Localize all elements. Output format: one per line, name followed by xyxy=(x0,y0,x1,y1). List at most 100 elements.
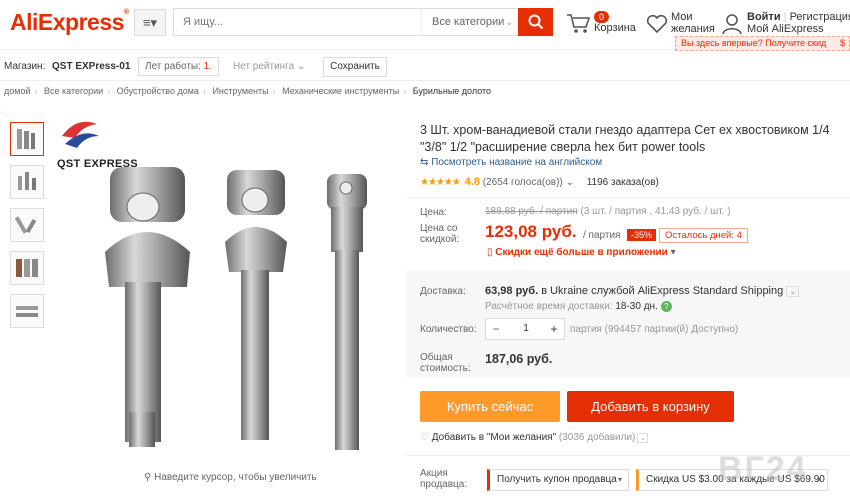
promo-tip-text: Вы здесь впервые? Получите скид xyxy=(681,38,827,48)
cart-link[interactable]: 0 Корзина xyxy=(566,11,646,41)
breadcrumb-item[interactable]: Обустройство дома xyxy=(117,86,199,96)
search-category-label: Все категории xyxy=(432,16,505,28)
quantity-label: Количество: xyxy=(420,324,477,335)
translate-link-text: Посмотреть название на английском xyxy=(431,157,603,168)
app-discount-text: Скидки ещё больше в приложении xyxy=(495,247,668,258)
product-title: 3 Шт. хром-ванадиевой стали гнездо адапт… xyxy=(420,123,830,154)
search-bar: Все категории ⌄ xyxy=(173,8,553,36)
years-value: 1 xyxy=(203,61,210,72)
help-icon[interactable]: ? xyxy=(660,301,672,312)
quantity-input[interactable]: 1 xyxy=(506,319,546,339)
buy-now-button[interactable]: Купить сейчас xyxy=(420,391,560,422)
heart-icon xyxy=(646,14,668,34)
breadcrumb-current: Бурильные долото xyxy=(412,86,492,96)
thumbnail-image[interactable] xyxy=(10,165,44,199)
add-to-wishlist-link[interactable]: ♡ Добавить в "Мои желания" (3036 добавил… xyxy=(420,432,649,443)
price-label: Цена: xyxy=(420,207,447,218)
discount-badge: -35% xyxy=(627,229,657,241)
phone-icon: ▯ xyxy=(487,247,493,258)
rating-score: 4.8 xyxy=(464,176,480,188)
translate-title-link[interactable]: ⇆ Посмотреть название на английском xyxy=(420,157,602,168)
thumbnail-image[interactable] xyxy=(10,122,44,156)
total-price: 187,06 руб. xyxy=(485,352,553,366)
seller-coupon-dropdown[interactable]: Получить купон продавца ▾ xyxy=(487,469,629,491)
my-account-link[interactable]: Мой AliExpress xyxy=(747,23,824,35)
categories-menu-button[interactable]: ≡▾ xyxy=(134,9,166,36)
breadcrumb-item[interactable]: Все категории xyxy=(44,86,103,96)
caret-down-icon: ▾ xyxy=(816,475,821,484)
total-label-line2: стоимость: xyxy=(420,363,471,374)
user-icon xyxy=(722,14,742,35)
zoom-hint-text: Наведите курсор, чтобы увеличить xyxy=(154,472,317,483)
chevron-down-icon[interactable]: ⌄ xyxy=(566,177,574,188)
votes-link[interactable]: (2654 голоса(ов)) xyxy=(483,177,563,188)
old-price-detail: (3 шт. / партия , 41,43 руб. / шт. ) xyxy=(580,206,731,217)
rating-row: ★★★★★ 4.8 (2654 голоса(ов)) ⌄ 1196 заказ… xyxy=(420,176,659,188)
signin-link[interactable]: Войти xyxy=(747,11,781,23)
delivery-time-value: 18-30 xyxy=(615,301,641,313)
app-discount-link[interactable]: ▯ Скидки ещё больше в приложении ▾ xyxy=(487,247,676,258)
delivery-time: Расчётное время доставки: 18-30 дн.? xyxy=(485,301,672,312)
shipping-label: Доставка: xyxy=(420,286,466,297)
total-label: Общая стоимость: xyxy=(420,352,471,374)
translate-icon: ⇆ xyxy=(420,157,429,168)
breadcrumb-item[interactable]: домой xyxy=(4,86,30,96)
store-rating-label: Нет рейтинга xyxy=(233,61,295,72)
per-lot-label: / партия xyxy=(583,230,621,241)
breadcrumb-item[interactable]: Механические инструменты xyxy=(282,86,399,96)
register-link[interactable]: Регистрация xyxy=(790,11,850,23)
quantity-decrease-button[interactable]: − xyxy=(486,319,506,339)
store-bar: Магазин: QST EXPress-01 Лет работы: 1. Н… xyxy=(0,52,850,81)
save-store-button[interactable]: Сохранить xyxy=(323,57,387,77)
thumbnail-list xyxy=(10,122,46,337)
cart-label: Корзина xyxy=(594,22,636,34)
old-price-value: 188,88 руб. / партия xyxy=(485,206,578,217)
hamburger-icon: ≡▾ xyxy=(142,14,158,30)
search-icon xyxy=(528,14,543,30)
watermark: ВГ24 xyxy=(718,450,808,488)
old-price: 188,88 руб. / партия (3 шт. / партия , 4… xyxy=(485,206,731,217)
search-button[interactable] xyxy=(518,8,553,36)
discounted-price: 123,08 руб. xyxy=(485,222,577,241)
dollar-icon: $ xyxy=(839,38,845,48)
brand-text: QST EXPRESS xyxy=(57,158,138,170)
quantity-stepper: − 1 + xyxy=(485,318,565,340)
cart-icon xyxy=(567,14,590,33)
discount-price-label-line1: Цена со xyxy=(420,223,458,234)
thumbnail-image[interactable] xyxy=(10,251,44,285)
first-visit-promo-tip[interactable]: Вы здесь впервые? Получите скид $ xyxy=(675,36,850,51)
quantity-available: партия (994457 партии(й) Доступно) xyxy=(570,324,739,335)
quantity-increase-button[interactable]: + xyxy=(544,319,564,339)
delivery-time-unit: дн. xyxy=(643,301,658,313)
store-rating-dropdown[interactable]: Нет рейтинга ⌄ xyxy=(233,61,305,72)
add-wishlist-text: Добавить в "Мои желания" xyxy=(431,432,557,443)
store-name-link[interactable]: QST EXPress-01 xyxy=(52,61,130,72)
aliexpress-logo[interactable]: AliExpress® xyxy=(10,9,129,36)
chevron-down-icon: ⌄ xyxy=(505,17,513,27)
breadcrumb: домой › Все категории › Обустройство дома ›… xyxy=(4,86,492,96)
shipping-price: 63,98 руб. xyxy=(485,285,539,297)
add-to-cart-button[interactable]: Добавить в корзину xyxy=(567,391,734,422)
shipping-method: в Ukraine службой AliExpress Standard Sh… xyxy=(541,285,784,297)
shipping-info[interactable]: 63,98 руб. в Ukraine службой AliExpress … xyxy=(485,285,800,297)
search-category-select[interactable]: Все категории ⌄ xyxy=(421,9,519,35)
store-label: Магазин: xyxy=(4,61,46,72)
days-left-badge: Осталось дней: 4 xyxy=(659,228,748,243)
breadcrumb-item[interactable]: Инструменты xyxy=(212,86,268,96)
discount-price-label: Цена со скидкой: xyxy=(420,223,459,245)
total-label-line1: Общая xyxy=(420,352,453,363)
wishlist-label-line2: желания xyxy=(671,23,715,35)
coupon-text: Получить купон продавца xyxy=(497,474,617,485)
magnifier-icon: ⚲ xyxy=(144,472,152,483)
search-input[interactable] xyxy=(174,9,420,35)
chevron-down-icon: ⌄ xyxy=(296,61,306,72)
discount-price-label-line2: скидкой: xyxy=(420,234,460,245)
orders-count: 1196 заказа(ов) xyxy=(586,177,659,188)
site-header: AliExpress® ≡▾ Все категории ⌄ 0 Корзина… xyxy=(0,0,850,51)
wishlist-count: (3036 добавили) xyxy=(558,432,636,443)
delivery-time-label: Расчётное время доставки: xyxy=(485,301,613,313)
thumbnail-image[interactable] xyxy=(10,208,44,242)
brand-logo xyxy=(57,116,102,159)
thumbnail-image[interactable] xyxy=(10,294,44,328)
promo-label-line1: Акция xyxy=(420,468,448,479)
